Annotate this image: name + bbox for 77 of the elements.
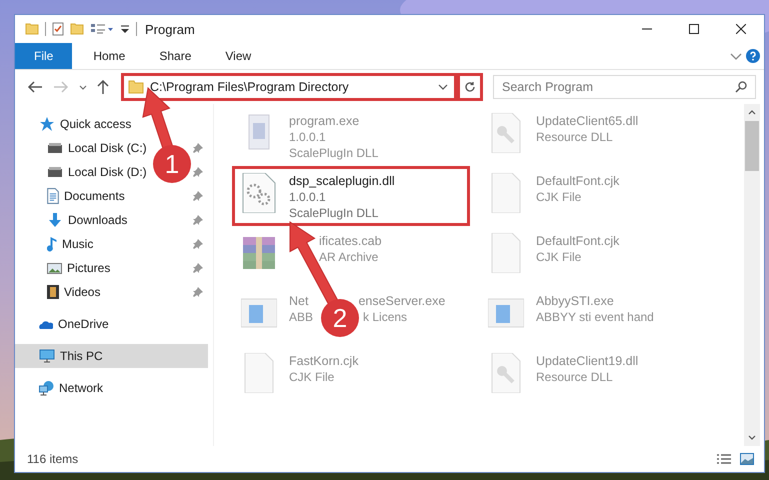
drive-icon (47, 143, 63, 153)
minimize-icon (642, 28, 652, 30)
chevron-down-icon[interactable] (438, 84, 448, 90)
nav-item[interactable]: Network (15, 376, 213, 400)
view-dropdown-icon[interactable] (90, 23, 114, 35)
nav-item[interactable]: Local Disk (D:) (15, 160, 151, 184)
maximize-icon (688, 24, 698, 34)
computer-icon (39, 349, 55, 363)
scroll-thumb[interactable] (745, 121, 759, 171)
file-detail: 1.0.0.1 (289, 189, 326, 205)
search-field[interactable]: Search Program (493, 75, 756, 99)
nav-item[interactable]: Pictures (15, 256, 114, 280)
chevron-down-icon[interactable] (730, 52, 742, 60)
file-name[interactable]: dsp_scaleplugin.dll (289, 173, 395, 189)
file-detail: ScalePlugIn DLL (289, 145, 378, 161)
nav-item[interactable]: Downloads (15, 208, 132, 232)
file-detail: Resource DLL (536, 129, 613, 145)
back-arrow-icon[interactable] (27, 81, 43, 93)
close-icon (736, 24, 746, 34)
customize-arrow-icon[interactable] (120, 24, 130, 34)
drive-icon (47, 167, 63, 177)
address-path: C:\Program Files\Program Directory (150, 80, 350, 94)
nav-item[interactable]: Local Disk (C:) (15, 136, 151, 160)
pin-icon[interactable] (193, 263, 203, 273)
refresh-button[interactable] (457, 73, 483, 101)
film-icon (47, 285, 59, 299)
file-detail: CJK File (289, 369, 334, 385)
document-icon (47, 188, 59, 204)
nav-item[interactable]: This PC (15, 344, 208, 368)
ribbon-tab[interactable]: File (15, 43, 72, 69)
nav-item[interactable]: Quick access (15, 112, 213, 136)
search-icon (735, 81, 747, 93)
up-arrow-icon[interactable] (97, 80, 109, 94)
scroll-down-icon[interactable] (748, 435, 756, 440)
file-detail: CJK File (536, 189, 582, 205)
scrollbar[interactable] (744, 104, 760, 446)
refresh-icon (464, 81, 476, 93)
file-detail: AR Archive (319, 249, 378, 265)
details-view-icon[interactable] (716, 454, 732, 464)
image-icon (47, 262, 62, 274)
help-icon[interactable] (746, 49, 760, 63)
network-icon (39, 380, 54, 396)
pin-icon[interactable] (193, 191, 203, 201)
pin-icon[interactable] (193, 287, 203, 297)
file-detail: CJK File (536, 249, 582, 265)
file-detail: ABB (289, 309, 314, 325)
nav-item[interactable]: Videos (15, 280, 104, 304)
pin-icon[interactable] (193, 143, 203, 153)
tiles-view-icon[interactable] (740, 453, 754, 465)
gear-file-icon (241, 173, 277, 213)
nav-item[interactable]: Music (15, 232, 98, 256)
music-note-icon (47, 236, 57, 252)
folder-icon (128, 80, 144, 94)
file-detail: 1.0.0.1 (289, 129, 326, 145)
item-count: 116 items (27, 452, 78, 466)
window-title: Program (145, 22, 195, 36)
file-detail: k Licens (363, 309, 408, 325)
file-detail: ABBYY sti event hand (536, 309, 654, 325)
star-icon (39, 116, 55, 132)
ribbon-tab[interactable]: Home (78, 43, 140, 69)
folder-icon[interactable] (70, 23, 84, 35)
folder-icon[interactable] (25, 23, 39, 35)
file-detail: Resource DLL (536, 369, 613, 385)
recent-dropdown-icon[interactable] (79, 84, 87, 90)
file-detail: ScalePlugIn DLL (289, 205, 378, 221)
cloud-icon (39, 320, 53, 328)
ribbon-tab[interactable]: View (210, 43, 266, 69)
pin-icon[interactable] (193, 167, 203, 177)
pin-icon[interactable] (193, 215, 203, 225)
pin-icon[interactable] (193, 239, 203, 249)
nav-item[interactable]: OneDrive (15, 312, 213, 336)
down-arrow-icon (47, 213, 63, 227)
address-bar[interactable]: C:\Program Files\Program Directory (121, 73, 457, 101)
nav-item[interactable]: Documents (15, 184, 129, 208)
scroll-up-icon[interactable] (748, 110, 756, 115)
properties-icon[interactable] (52, 22, 64, 36)
ribbon-tab[interactable]: Share (144, 43, 206, 69)
